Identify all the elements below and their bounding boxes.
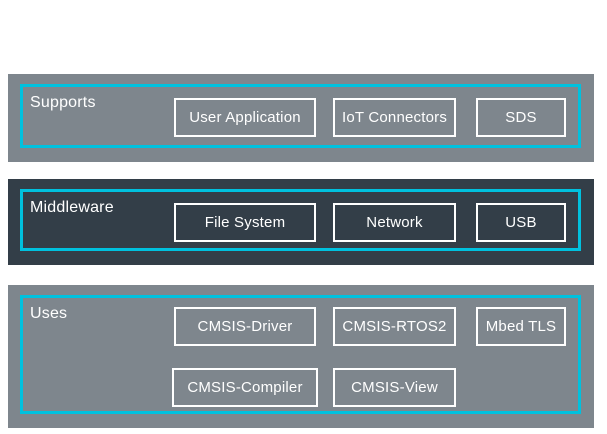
- box-cmsis-compiler: CMSIS-Compiler: [172, 368, 318, 407]
- box-usb: USB: [476, 203, 566, 242]
- band-supports-label: Supports: [30, 94, 96, 111]
- box-sds: SDS: [476, 98, 566, 137]
- box-cmsis-rtos2-label: CMSIS-RTOS2: [342, 318, 447, 335]
- box-cmsis-view-label: CMSIS-View: [351, 379, 438, 396]
- box-user-application-label: User Application: [189, 109, 301, 126]
- diagram-canvas: Supports User Application IoT Connectors…: [0, 0, 607, 434]
- box-cmsis-driver-label: CMSIS-Driver: [197, 318, 293, 335]
- box-file-system-label: File System: [204, 214, 286, 231]
- band-uses: Uses CMSIS-Driver CMSIS-RTOS2 Mbed TLS C…: [8, 285, 594, 428]
- box-user-application: User Application: [174, 98, 316, 137]
- box-mbed-tls: Mbed TLS: [476, 307, 566, 346]
- box-cmsis-rtos2: CMSIS-RTOS2: [333, 307, 456, 346]
- box-cmsis-view: CMSIS-View: [333, 368, 456, 407]
- box-network-label: Network: [366, 214, 423, 231]
- box-iot-connectors: IoT Connectors: [333, 98, 456, 137]
- band-uses-label: Uses: [30, 305, 68, 322]
- box-network: Network: [333, 203, 456, 242]
- box-cmsis-driver: CMSIS-Driver: [174, 307, 316, 346]
- box-mbed-tls-label: Mbed TLS: [485, 318, 557, 335]
- box-iot-connectors-label: IoT Connectors: [341, 109, 448, 126]
- band-supports: Supports User Application IoT Connectors…: [8, 74, 594, 162]
- box-sds-label: SDS: [505, 109, 537, 126]
- box-usb-label: USB: [505, 214, 537, 231]
- band-middleware: Middleware File System Network USB: [8, 179, 594, 265]
- band-middleware-label: Middleware: [30, 199, 114, 216]
- box-file-system: File System: [174, 203, 316, 242]
- box-cmsis-compiler-label: CMSIS-Compiler: [187, 379, 303, 396]
